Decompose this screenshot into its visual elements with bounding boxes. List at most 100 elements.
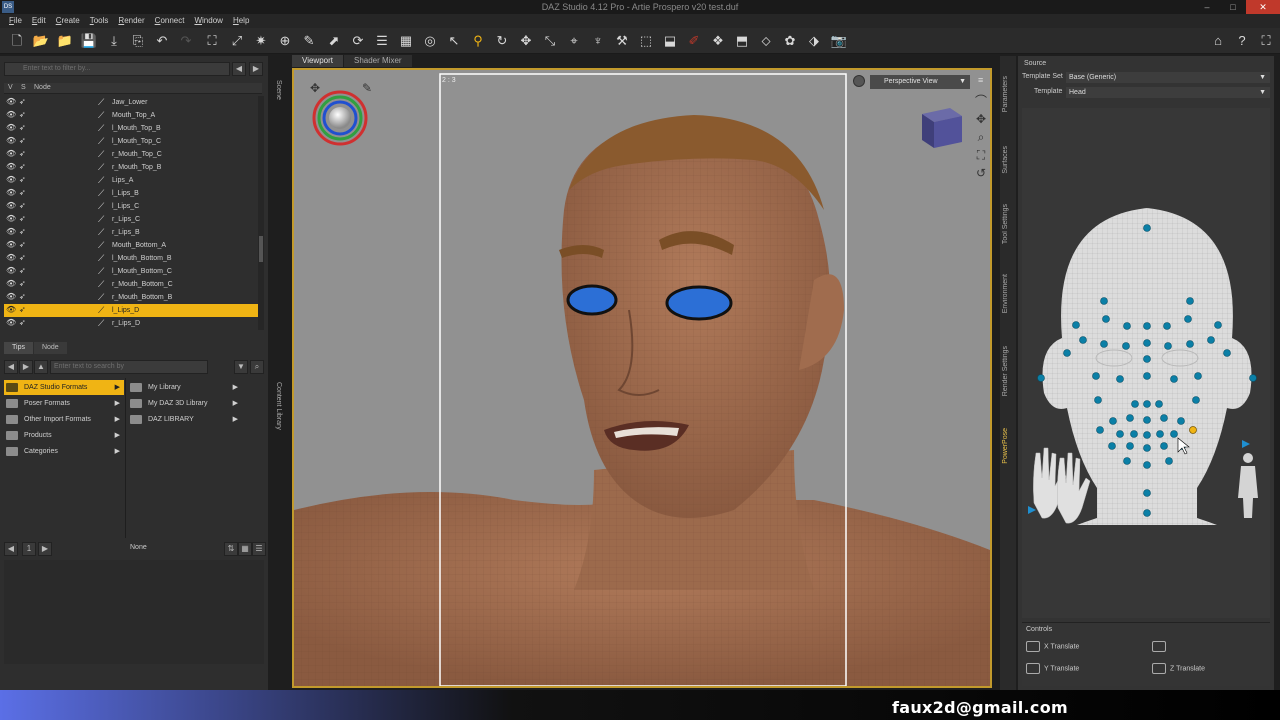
tab-viewport[interactable]: Viewport	[292, 55, 343, 67]
node-row-selected[interactable]: 👁 ➶ ⟋ l_Lips_D	[4, 304, 260, 317]
hands-arrow-icon[interactable]	[1028, 506, 1036, 514]
zoom-icon[interactable]: ⌕	[974, 130, 988, 144]
pin-gizmo-icon[interactable]: ✎	[362, 81, 372, 95]
control-point[interactable]	[1143, 416, 1151, 424]
control-point[interactable]	[1143, 509, 1151, 517]
light-icon[interactable]: ⬦	[757, 32, 775, 50]
menu-tools[interactable]: Tools	[85, 14, 114, 28]
eye-icon[interactable]: 👁	[6, 228, 16, 236]
new-icon[interactable]: 🗋	[8, 32, 26, 50]
tab-tips[interactable]: Tips	[4, 342, 33, 354]
pointer-icon[interactable]: ➶	[19, 267, 29, 275]
control-point[interactable]	[1072, 321, 1080, 329]
minimize-button[interactable]: –	[1194, 0, 1220, 14]
forward-icon[interactable]: ▶	[19, 360, 33, 374]
control-point[interactable]	[1177, 417, 1185, 425]
weight-map-icon[interactable]: ⬚	[637, 32, 655, 50]
pointer-icon[interactable]: ➶	[19, 319, 29, 327]
library-divider[interactable]	[125, 378, 126, 538]
control-point[interactable]	[1130, 430, 1138, 438]
library-item[interactable]: Categories ▶	[4, 444, 124, 459]
node-row[interactable]: 👁 ➶ ⟋ Mouth_Bottom_A	[4, 239, 260, 252]
control-point[interactable]	[1143, 372, 1151, 380]
control-point[interactable]	[1143, 339, 1151, 347]
brush-icon[interactable]: ✐	[685, 32, 703, 50]
move-gizmo-icon[interactable]: ✥	[310, 81, 320, 95]
menu-edit[interactable]: Edit	[27, 14, 51, 28]
control-point[interactable]	[1170, 430, 1178, 438]
control-point[interactable]	[1143, 322, 1151, 330]
forward-icon[interactable]: ▶	[249, 62, 263, 76]
tab-content-library[interactable]: Content Library	[270, 382, 282, 430]
prev-page-icon[interactable]: ◀	[4, 542, 18, 556]
camera-icon[interactable]: 📷	[830, 32, 848, 50]
eye-icon[interactable]: 👁	[6, 163, 16, 171]
view-cube[interactable]	[922, 108, 962, 148]
tab-powerpose[interactable]: PowerPose	[1002, 428, 1014, 464]
node-row[interactable]: 👁 ➶ ⟋ l_Lips_C	[4, 200, 260, 213]
control-point[interactable]	[1100, 297, 1108, 305]
camera-gizmo[interactable]	[312, 90, 368, 146]
pointer-icon[interactable]: ➶	[19, 228, 29, 236]
save-icon[interactable]: 💾	[80, 32, 98, 50]
back-icon[interactable]: ◀	[4, 360, 18, 374]
node-row[interactable]: 👁 ➶ ⟋ Jaw_Lower	[4, 96, 260, 109]
control-point[interactable]	[1170, 375, 1178, 383]
library-folder[interactable]: My DAZ 3D Library ▶	[128, 396, 242, 411]
control-point[interactable]	[1092, 372, 1100, 380]
library-item[interactable]: Poser Formats ▶	[4, 396, 124, 411]
control-point[interactable]	[1143, 224, 1151, 232]
grid-view-icon[interactable]: ▦	[238, 542, 252, 556]
control-point[interactable]	[1100, 340, 1108, 348]
eye-icon[interactable]: 👁	[6, 267, 16, 275]
library-folder[interactable]: My Library ▶	[128, 380, 242, 395]
x-translate-control[interactable]: X Translate	[1026, 641, 1079, 653]
library-folder[interactable]: DAZ LIBRARY ▶	[128, 412, 242, 427]
node-weight-icon[interactable]: ⬓	[661, 32, 679, 50]
control-point[interactable]	[1131, 400, 1139, 408]
control-point[interactable]	[1123, 322, 1131, 330]
frame-icon[interactable]: ⛶	[974, 148, 988, 162]
pointer-icon[interactable]: ➶	[19, 306, 29, 314]
sort-icon[interactable]: ⇅	[224, 542, 238, 556]
control-point[interactable]	[1143, 431, 1151, 439]
node-row[interactable]: 👁 ➶ ⟋ l_Mouth_Bottom_B	[4, 252, 260, 265]
shape-icon[interactable]: ⬒	[733, 32, 751, 50]
library-item[interactable]: Other Import Formats ▶	[4, 412, 124, 427]
viewport[interactable]: ✥ ✎	[292, 68, 992, 688]
control-point[interactable]	[1186, 297, 1194, 305]
control-point[interactable]	[1249, 374, 1257, 382]
eye-icon[interactable]: 👁	[6, 254, 16, 262]
pointer-icon[interactable]: ↖	[445, 32, 463, 50]
menu-file[interactable]: File	[4, 14, 27, 28]
pointer-icon[interactable]: ➶	[19, 241, 29, 249]
node-row[interactable]: 👁 ➶ ⟋ r_Mouth_Bottom_B	[4, 291, 260, 304]
control-point[interactable]	[1184, 315, 1192, 323]
eye-icon[interactable]: 👁	[6, 241, 16, 249]
close-button[interactable]: ✕	[1246, 0, 1280, 14]
control-point[interactable]	[1143, 355, 1151, 363]
node-select-icon[interactable]: ⛶	[203, 32, 221, 50]
transform-icon[interactable]: ⟳	[349, 32, 367, 50]
region-navigator-icon[interactable]: ⬈	[325, 32, 343, 50]
tab-node[interactable]: Node	[33, 342, 67, 354]
y-translate-control[interactable]: Y Translate	[1026, 663, 1079, 675]
redo-icon[interactable]: ↷	[177, 32, 195, 50]
eye-icon[interactable]: 👁	[6, 98, 16, 106]
scene-filter-input[interactable]: Enter text to filter by...	[4, 62, 230, 76]
menu-connect[interactable]: Connect	[150, 14, 190, 28]
tab-parameters[interactable]: Parameters	[1002, 76, 1014, 112]
pan-icon[interactable]: ✥	[974, 112, 988, 126]
pointer-icon[interactable]: ➶	[19, 254, 29, 262]
geometry-editor-icon[interactable]: ⌖	[565, 32, 583, 50]
save-as-icon[interactable]: ⤓	[105, 32, 123, 50]
control-point[interactable]	[1163, 322, 1171, 330]
tab-environment[interactable]: Environment	[1002, 274, 1014, 313]
universal-tool-icon[interactable]: ⤢	[228, 32, 246, 50]
merge-icon[interactable]: 📁	[56, 32, 74, 50]
rotate-tool-icon[interactable]: ↻	[493, 32, 511, 50]
pointer-icon[interactable]: ➶	[19, 189, 29, 197]
node-row[interactable]: 👁 ➶ ⟋ r_Lips_D	[4, 317, 260, 330]
control-point[interactable]	[1116, 375, 1124, 383]
node-row[interactable]: 👁 ➶ ⟋ r_Mouth_Bottom_C	[4, 278, 260, 291]
